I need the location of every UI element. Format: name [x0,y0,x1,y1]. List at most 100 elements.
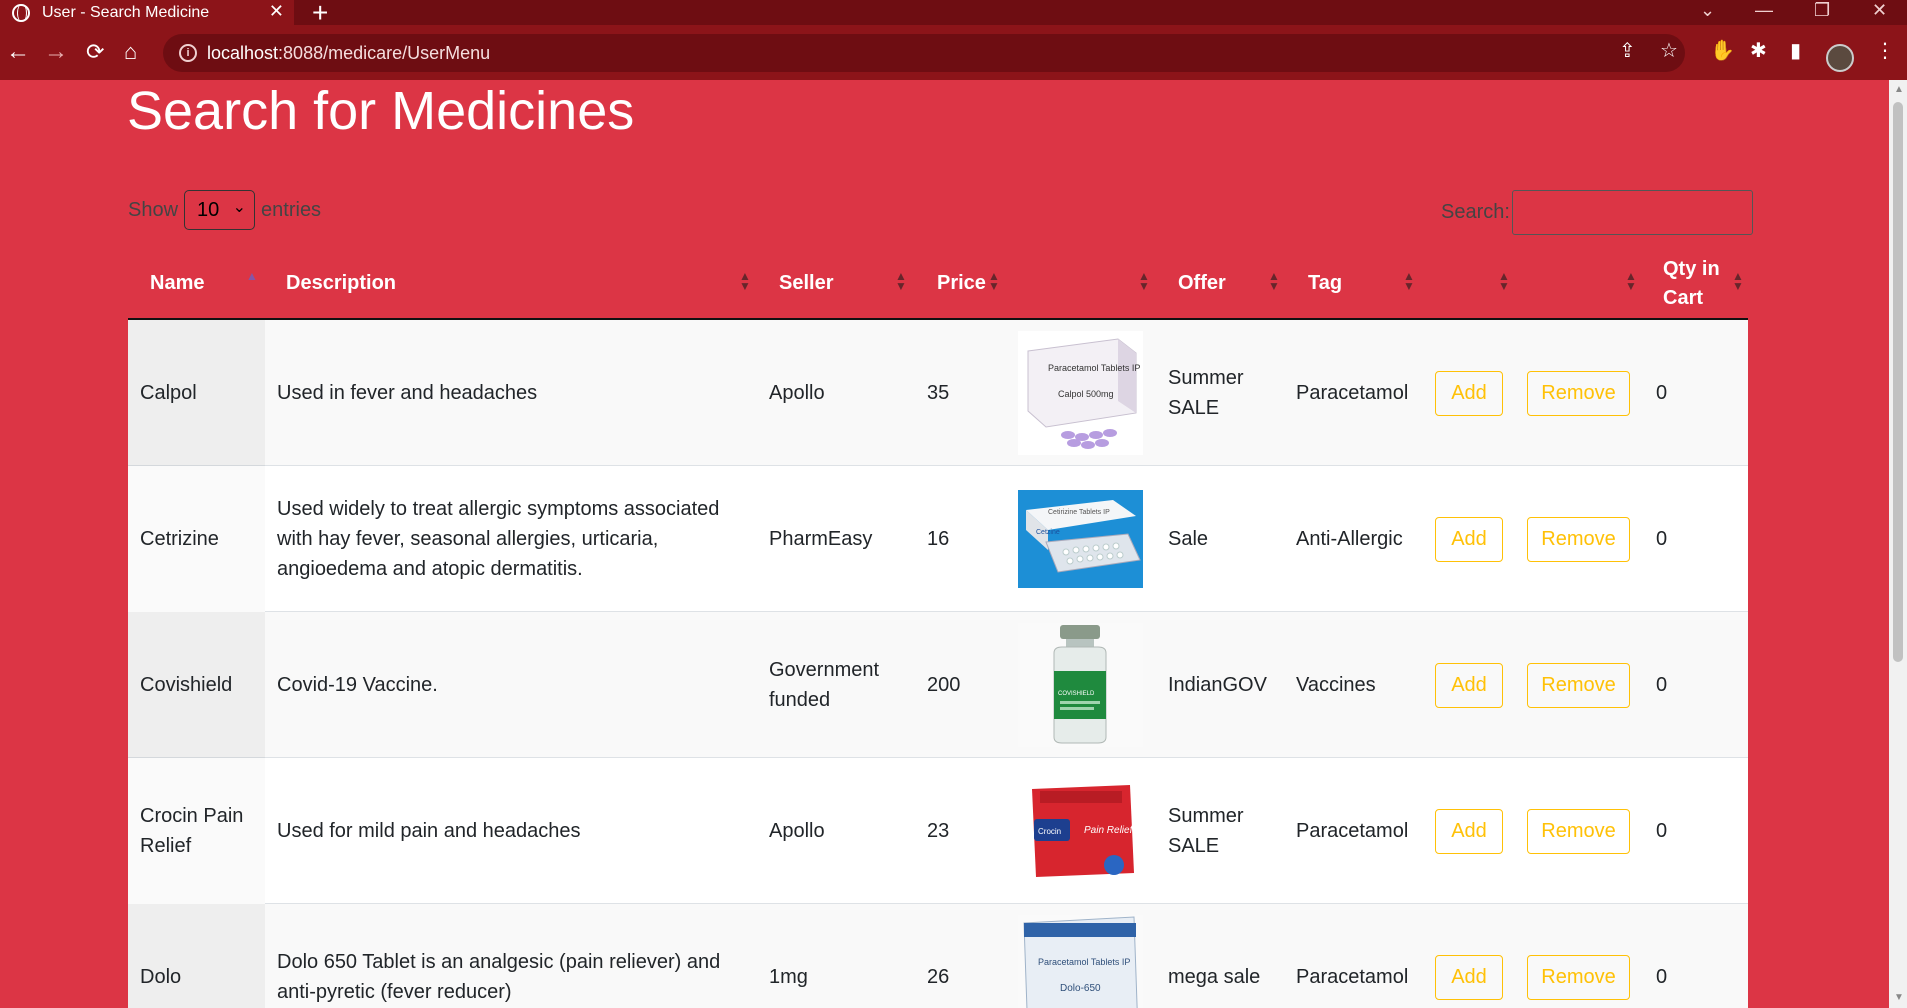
header-seller[interactable]: Seller [779,247,879,320]
add-to-cart-button[interactable]: Add [1435,809,1503,854]
cell-name: Dolo [128,904,265,1008]
add-to-cart-button[interactable]: Add [1435,663,1503,708]
image-sub: Calpol 500mg [1058,389,1114,399]
home-icon[interactable]: ⌂ [124,37,137,67]
table-row: Dolo Dolo 650 Tablet is an analgesic (pa… [128,904,1748,1008]
search-input[interactable] [1511,190,1753,235]
tab-title: User - Search Medicine [42,3,210,21]
minimize-button[interactable]: — [1755,0,1773,21]
sort-icon: ▲ ▼ [1625,269,1637,293]
header-name[interactable]: Name [150,247,260,320]
cell-tag: Paracetamol [1296,382,1409,404]
cell-price: 26 [927,966,950,988]
add-to-cart-button[interactable]: Add [1435,955,1503,1000]
cell-description: Covid-19 Vaccine. [277,674,438,696]
header-add[interactable] [1435,247,1495,320]
extension-hand-icon[interactable]: ✋ [1710,38,1735,63]
page-scrollbar[interactable]: ▲ ▼ [1889,80,1907,1008]
entries-length-control: Show 10 ⌄ entries [128,190,321,230]
medicine-image: Crocin Pain Relief [1018,769,1143,893]
cell-description: Used for mild pain and headaches [277,820,581,842]
extensions-puzzle-icon[interactable]: ✱ [1750,38,1767,63]
table-row: Cetrizine Used widely to treat allergic … [128,466,1748,612]
entries-select[interactable]: 10 ⌄ [184,190,256,230]
browser-tab-strip: User - Search Medicine ✕ + ⌄ — ❐ ✕ [0,0,1907,28]
profile-avatar[interactable] [1826,44,1854,72]
cell-name: Calpol [128,320,265,466]
cell-name: Cetrizine [128,466,265,612]
image-label: Cetirizine Tablets IP [1048,509,1110,516]
entries-label: entries [261,198,322,221]
cell-seller: PharmEasy [769,528,873,550]
header-qty[interactable]: Qty in Cart [1663,247,1733,320]
remove-from-cart-button[interactable]: Remove [1527,955,1630,1000]
header-offer[interactable]: Offer [1178,247,1258,320]
sort-icon: ▲ ▼ [1403,269,1415,293]
add-to-cart-button[interactable]: Add [1435,371,1503,416]
site-info-icon[interactable]: i [179,44,197,62]
cell-description: Used widely to treat allergic symptoms a… [277,498,720,580]
remove-from-cart-button[interactable]: Remove [1527,371,1630,416]
back-arrow-icon[interactable]: ← [6,37,30,67]
tab-close-icon[interactable]: ✕ [269,1,284,22]
sort-icon: ▲ ▼ [1138,269,1150,293]
restore-button[interactable]: ❐ [1814,0,1830,21]
cell-name: Crocin Pain Relief [128,758,265,904]
image-sub: Dolo-650 [1060,983,1101,994]
sort-icon: ▲ ▼ [1268,269,1280,293]
tab-search-icon[interactable]: ⌄ [1700,0,1715,21]
cell-description: Used in fever and headaches [277,382,538,404]
header-description[interactable]: Description [286,247,686,320]
forward-arrow-icon[interactable]: → [44,37,68,67]
image-label: Paracetamol Tablets IP [1048,363,1140,373]
reload-icon[interactable]: ⟳ [86,37,104,67]
show-label: Show [128,198,179,221]
menu-kebab-icon[interactable]: ⋮ [1875,38,1895,63]
image-sub: Pain Relief [1084,825,1134,836]
sort-icon: ▲ [246,269,258,283]
browser-tab[interactable]: User - Search Medicine ✕ [0,0,294,25]
cell-tag: Paracetamol [1296,966,1409,988]
cell-qty: 0 [1656,966,1668,988]
image-sub: Cetzine [1036,529,1060,536]
medicine-image: Cetirizine Tablets IP Cetzine [1018,477,1143,601]
cell-offer: mega sale [1168,966,1261,988]
sort-icon: ▲ ▼ [1732,269,1744,293]
close-window-button[interactable]: ✕ [1872,0,1887,21]
cell-price: 16 [927,528,950,550]
add-to-cart-button[interactable]: Add [1435,517,1503,562]
image-label: Paracetamol Tablets IP [1038,957,1130,967]
image-label: COVISHIELD [1058,691,1095,697]
cell-seller: Government funded [769,659,880,711]
medicines-table: Name ▲ Description ▲ ▼ Seller ▲ ▼ Price ▲ ▼… [128,247,1748,1008]
cell-price: 200 [927,674,961,696]
address-bar[interactable]: i localhost:8088/medicare/UserMenu [163,34,1685,72]
cell-offer: Summer SALE [1168,805,1244,857]
scrollbar-thumb[interactable] [1893,102,1903,662]
side-panel-icon[interactable]: ▮ [1790,38,1801,63]
medicine-image: Paracetamol Tablets IP Dolo-650 [1018,915,1143,1008]
header-tag[interactable]: Tag [1308,247,1388,320]
scroll-down-arrow-icon[interactable]: ▼ [1894,992,1904,1003]
table-search: Search: [1441,190,1753,235]
remove-from-cart-button[interactable]: Remove [1527,663,1630,708]
cell-seller: Apollo [769,820,825,842]
globe-icon [12,3,30,22]
cell-tag: Paracetamol [1296,820,1409,842]
page-title: Search for Medicines [127,81,635,141]
header-image[interactable] [1018,247,1078,320]
share-icon[interactable]: ⇪ [1619,38,1636,63]
table-row: Crocin Pain Relief Used for mild pain an… [128,758,1748,904]
bookmark-star-icon[interactable]: ☆ [1660,38,1678,63]
scroll-up-arrow-icon[interactable]: ▲ [1894,84,1904,95]
header-remove[interactable] [1528,247,1588,320]
cell-offer: Summer SALE [1168,367,1244,419]
cell-qty: 0 [1656,820,1668,842]
medicine-image: COVISHIELD [1018,623,1143,747]
remove-from-cart-button[interactable]: Remove [1527,517,1630,562]
remove-from-cart-button[interactable]: Remove [1527,809,1630,854]
url-text: localhost:8088/medicare/UserMenu [207,43,491,63]
cell-seller: 1mg [769,966,808,988]
sort-icon: ▲ ▼ [988,269,1000,293]
image-label: Crocin [1038,827,1061,836]
